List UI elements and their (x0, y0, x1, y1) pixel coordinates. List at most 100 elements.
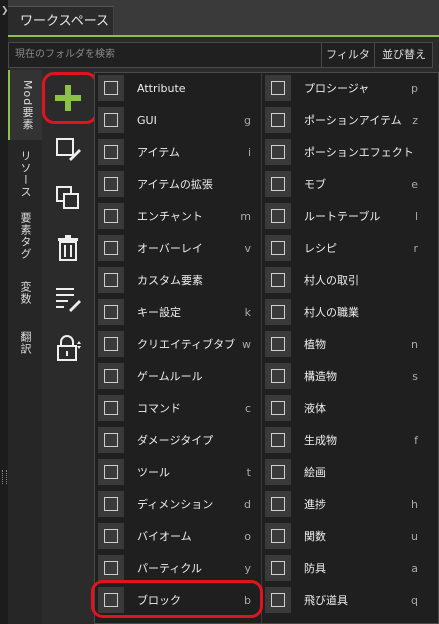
menu-item-icon-box (98, 427, 124, 453)
menu-item-label: プロシージャ (304, 82, 370, 95)
custom-element-icon (104, 273, 118, 287)
menu-item-shortcut: u (411, 530, 418, 543)
menu-item[interactable]: モブ e (262, 169, 426, 201)
swirl-icon (271, 145, 285, 159)
menu-item[interactable]: コマンド c (95, 393, 259, 425)
tab-workspace[interactable]: ワークスペース (8, 6, 114, 36)
menu-item[interactable]: アイテム i (95, 137, 259, 169)
search-input[interactable]: 現在のフォルダを検索 (15, 43, 115, 67)
menu-item[interactable]: オーバーレイ v (95, 233, 259, 265)
filter-button[interactable]: フィルタ (321, 43, 374, 67)
menu-item-icon-box (98, 523, 124, 549)
menu-item[interactable]: 村人の職業 (262, 297, 426, 329)
vtab-mod-elements[interactable]: Mod要素 (8, 70, 44, 140)
menu-item[interactable]: ツール t (95, 457, 259, 489)
menu-item[interactable]: アイテムの拡張 (95, 169, 259, 201)
menu-item-shortcut: w (242, 338, 251, 351)
menu-item-icon-box (265, 235, 291, 261)
item-extension-icon (104, 177, 118, 191)
menu-item[interactable]: 進捗 h (262, 489, 426, 521)
vtab-label: リソース (19, 150, 32, 198)
edit-element-icon (56, 138, 81, 161)
tool-column (42, 70, 94, 624)
vtab-label: 翻訳 (19, 331, 32, 355)
delete-button[interactable] (48, 228, 88, 268)
menu-item[interactable]: 液体 (262, 393, 426, 425)
keybind-icon (104, 305, 118, 319)
edit-list-button[interactable] (48, 278, 88, 318)
bucket-icon (271, 401, 285, 415)
menu-item-label: アイテムの拡張 (137, 178, 213, 191)
vtab-translations[interactable]: 翻訳 (8, 320, 42, 366)
menu-item-label: 関数 (304, 530, 326, 543)
menu-item-shortcut: k (244, 306, 251, 319)
menu-item-shortcut: o (244, 530, 251, 543)
folder-icon (271, 81, 285, 95)
tab-workspace-label: ワークスペース (20, 14, 110, 29)
projectile-icon (271, 593, 285, 607)
menu-item[interactable]: 防具 a (262, 553, 426, 585)
menu-item[interactable]: ルートテーブル l (262, 201, 426, 233)
menu-item-icon-box (265, 523, 291, 549)
gui-icon (104, 113, 118, 127)
menu-item-label: ポーションアイテム (304, 114, 402, 127)
menu-item[interactable]: キー設定 k (95, 297, 259, 329)
mob-icon (271, 177, 285, 191)
menu-item-shortcut: t (246, 466, 251, 479)
lock-button[interactable] (48, 328, 88, 368)
menu-item[interactable]: 村人の取引 (262, 265, 426, 297)
menu-item[interactable]: クリエイティブタブ w (95, 329, 259, 361)
menu-item-shortcut: n (411, 338, 418, 351)
menu-item-label: 絵画 (304, 466, 326, 479)
resize-grip-icon[interactable] (2, 470, 7, 484)
highlight-ring-add (42, 72, 98, 124)
menu-item[interactable]: 絵画 (262, 457, 426, 489)
duplicate-button[interactable] (48, 178, 88, 218)
menu-item-icon-box (98, 459, 124, 485)
menu-item-label: 液体 (304, 402, 326, 415)
menu-item[interactable]: レシピ r (262, 233, 426, 265)
menu-item-label: ダメージタイプ (137, 434, 214, 447)
menu-item-label: レシピ (304, 242, 337, 255)
menu-item[interactable]: ポーションエフェクト (262, 137, 426, 169)
menu-item[interactable]: 関数 u (262, 521, 426, 553)
edit-element-button[interactable] (48, 128, 88, 168)
menu-item[interactable]: ディメンション d (95, 489, 259, 521)
enchant-icon (104, 209, 118, 223)
vtab-element-tags[interactable]: 要素タグ (8, 208, 42, 264)
menu-item[interactable]: 飛び道具 q (262, 585, 426, 617)
menu-item[interactable]: カスタム要素 (95, 265, 259, 297)
element-type-menu: Attribute GUI g アイテム i アイテムの拡張エンチャント m オーバーレイ v カ… (94, 72, 439, 624)
emerald-icon (271, 273, 285, 287)
menu-item-shortcut: s (412, 370, 418, 383)
menu-item[interactable]: Attribute (95, 73, 259, 105)
vtab-label: 要素タグ (19, 212, 32, 260)
menu-item[interactable]: ゲームルール (95, 361, 259, 393)
menu-item-label: バイオーム (137, 530, 192, 543)
sort-button[interactable]: 並び替え (374, 43, 433, 67)
vtab-variables[interactable]: 変数 (8, 270, 42, 316)
menu-item-icon-box (98, 139, 124, 165)
menu-item[interactable]: ダメージタイプ (95, 425, 259, 457)
menu-item[interactable]: GUI g (95, 105, 259, 137)
vtab-label: 変数 (19, 281, 32, 305)
menu-item-label: ポーションエフェクト (304, 146, 414, 159)
menu-item[interactable]: バイオーム o (95, 521, 259, 553)
menu-item[interactable]: 構造物 s (262, 361, 426, 393)
vtab-resources[interactable]: リソース (8, 146, 42, 202)
menu-item-shortcut: v (244, 242, 251, 255)
menu-item[interactable]: 植物 n (262, 329, 426, 361)
particle-icon (104, 561, 118, 575)
edit-list-icon (56, 288, 81, 312)
menu-item-icon-box (98, 395, 124, 421)
menu-item-shortcut: g (244, 114, 251, 127)
menu-item-label: ツール (137, 466, 170, 479)
menu-item-icon-box (265, 395, 291, 421)
menu-item-icon-box (265, 75, 291, 101)
menu-item[interactable]: 生成物 f (262, 425, 426, 457)
menu-item[interactable]: エンチャント m (95, 201, 259, 233)
attribute-icon (104, 81, 118, 95)
pickaxe-icon (104, 465, 118, 479)
menu-item[interactable]: ポーションアイテム z (262, 105, 426, 137)
menu-item[interactable]: プロシージャ p (262, 73, 426, 105)
